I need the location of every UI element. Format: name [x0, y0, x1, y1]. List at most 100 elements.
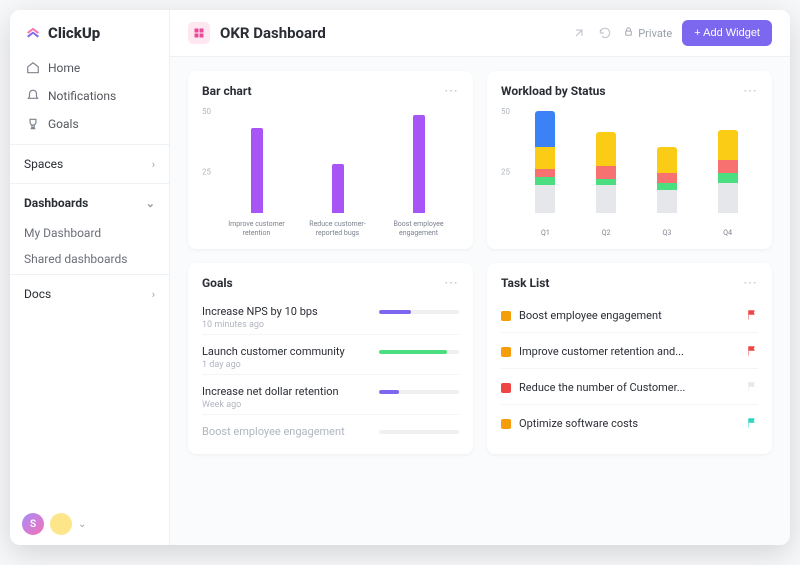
task-item[interactable]: Optimize software costs	[501, 407, 758, 440]
goal-name: Increase net dollar retention	[202, 385, 339, 398]
bar-segment	[657, 190, 677, 213]
bar-segment	[718, 173, 738, 184]
nav-notifications[interactable]: Notifications	[14, 82, 165, 110]
section-label: Spaces	[24, 157, 63, 171]
flag-icon[interactable]	[746, 306, 758, 325]
task-list: Boost employee engagement Improve custome…	[501, 299, 758, 440]
app-window: ClickUp Home Notifications Goals Spaces …	[10, 10, 790, 545]
section-label: Dashboards	[24, 196, 88, 210]
home-icon	[26, 61, 40, 75]
section-spaces[interactable]: Spaces ›	[10, 147, 169, 181]
status-square-icon	[501, 383, 511, 393]
x-axis-label: Improve customer retention	[227, 220, 287, 237]
dashboard-icon	[188, 22, 210, 44]
bar-segment	[718, 130, 738, 160]
section-dashboards[interactable]: Dashboards ⌄	[10, 186, 169, 220]
flag-icon[interactable]	[746, 414, 758, 433]
divider	[10, 183, 169, 184]
chevron-right-icon: ›	[152, 158, 155, 171]
stacked-bar-chart: 50 25 Q1Q2Q3Q4	[501, 107, 758, 237]
y-axis-max: 50	[501, 107, 510, 116]
card-bar-chart: Bar chart ⋯ 50 25 Improve customer reten…	[188, 71, 473, 249]
chevron-right-icon: ›	[152, 288, 155, 301]
x-axis-label: Reduce customer-reported bugs	[308, 220, 368, 237]
more-icon[interactable]: ⋯	[444, 83, 459, 99]
stacked-bar	[535, 111, 555, 213]
nav-home[interactable]: Home	[14, 54, 165, 82]
section-label: Docs	[24, 287, 51, 301]
bar-segment	[657, 173, 677, 184]
page-title: OKR Dashboard	[220, 24, 326, 42]
x-axis-label: Boost employee engagement	[389, 220, 449, 237]
nav-label: Notifications	[48, 89, 116, 103]
goal-timestamp: 10 minutes ago	[202, 320, 459, 330]
flag-icon[interactable]	[746, 378, 758, 397]
bar-segment	[718, 160, 738, 173]
expand-icon[interactable]	[571, 25, 587, 41]
task-item[interactable]: Boost employee engagement	[501, 299, 758, 333]
add-widget-button[interactable]: + Add Widget	[682, 20, 772, 46]
brand-name: ClickUp	[48, 24, 100, 42]
bar-segment	[535, 177, 555, 185]
stacked-bar	[596, 132, 616, 213]
sidebar-footer: S ⌄	[10, 503, 169, 545]
brand-logo[interactable]: ClickUp	[10, 10, 169, 50]
task-name: Improve customer retention and...	[519, 345, 738, 358]
status-square-icon	[501, 347, 511, 357]
bar-segment	[718, 183, 738, 213]
card-title: Workload by Status	[501, 84, 606, 98]
task-name: Boost employee engagement	[519, 309, 738, 322]
section-docs[interactable]: Docs ›	[10, 277, 169, 311]
privacy-toggle[interactable]: Private	[623, 26, 672, 40]
divider	[10, 144, 169, 145]
sidebar-item-shared-dashboards[interactable]: Shared dashboards	[10, 246, 169, 272]
bar-segment	[657, 147, 677, 172]
goal-item[interactable]: Boost employee engagement	[202, 419, 459, 442]
goal-name: Launch customer community	[202, 345, 345, 358]
avatar[interactable]: S	[22, 513, 44, 535]
goal-item[interactable]: Increase NPS by 10 bps10 minutes ago	[202, 299, 459, 335]
goals-list: Increase NPS by 10 bps10 minutes ago Laun…	[202, 299, 459, 442]
dashboard-grid: Bar chart ⋯ 50 25 Improve customer reten…	[170, 57, 790, 468]
progress-bar	[379, 310, 459, 314]
sidebar: ClickUp Home Notifications Goals Spaces …	[10, 10, 170, 545]
task-item[interactable]: Reduce the number of Customer...	[501, 371, 758, 405]
goal-item[interactable]: Increase net dollar retention Week ago	[202, 379, 459, 415]
card-title: Task List	[501, 276, 549, 290]
bar-segment	[535, 185, 555, 213]
nav-goals[interactable]: Goals	[14, 110, 165, 138]
more-icon[interactable]: ⋯	[743, 83, 758, 99]
status-square-icon	[501, 419, 511, 429]
y-axis-mid: 25	[501, 168, 510, 177]
nav-label: Goals	[48, 117, 79, 131]
chevron-down-icon: ⌄	[146, 197, 155, 210]
bar-segment	[596, 166, 616, 179]
y-axis-max: 50	[202, 107, 211, 116]
card-workload: Workload by Status ⋯ 50 25 Q1Q2Q3Q4	[487, 71, 772, 249]
chart-bar	[332, 164, 344, 213]
bar-chart: 50 25 Improve customer retentionReduce c…	[202, 107, 459, 237]
more-icon[interactable]: ⋯	[444, 275, 459, 291]
main-content: OKR Dashboard Private + Add Widget Bar c…	[170, 10, 790, 545]
bar-segment	[596, 132, 616, 166]
progress-bar	[379, 390, 459, 394]
more-icon[interactable]: ⋯	[743, 275, 758, 291]
goal-item[interactable]: Launch customer community1 day ago	[202, 339, 459, 375]
goal-name: Boost employee engagement	[202, 425, 345, 438]
chart-bar	[413, 115, 425, 213]
task-name: Optimize software costs	[519, 417, 738, 430]
flag-icon[interactable]	[746, 342, 758, 361]
refresh-icon[interactable]	[597, 25, 613, 41]
bar-segment	[535, 147, 555, 168]
avatar[interactable]	[50, 513, 72, 535]
chevron-down-icon[interactable]: ⌄	[78, 519, 86, 530]
progress-bar	[379, 430, 459, 434]
task-name: Reduce the number of Customer...	[519, 381, 738, 394]
x-axis-label: Q1	[515, 229, 575, 237]
status-square-icon	[501, 311, 511, 321]
sidebar-item-my-dashboard[interactable]: My Dashboard	[10, 220, 169, 246]
card-title: Bar chart	[202, 84, 252, 98]
task-item[interactable]: Improve customer retention and...	[501, 335, 758, 369]
card-title: Goals	[202, 276, 233, 290]
goal-timestamp: Week ago	[202, 400, 459, 410]
